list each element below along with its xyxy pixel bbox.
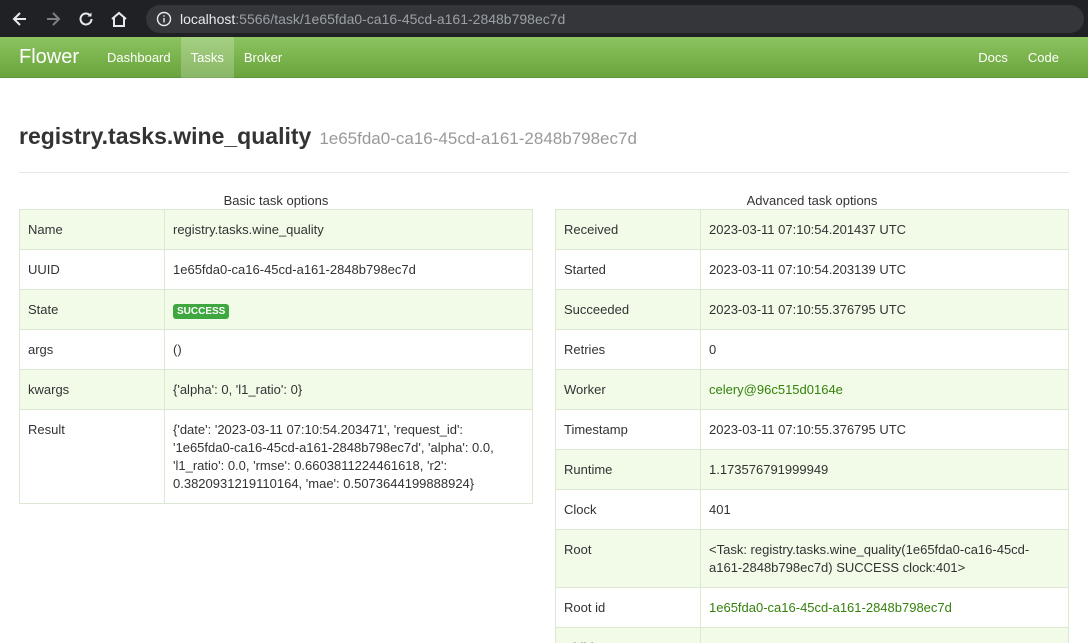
nav-code[interactable]: Code bbox=[1018, 37, 1069, 78]
basic-options-table: Name registry.tasks.wine_quality UUID 1e… bbox=[19, 209, 533, 504]
task-name-heading: registry.tasks.wine_quality bbox=[19, 123, 312, 149]
row-value: registry.tasks.wine_quality bbox=[164, 209, 533, 250]
forward-arrow-icon[interactable] bbox=[41, 7, 65, 31]
row-value: SUCCESS bbox=[164, 289, 533, 330]
brand-logo[interactable]: Flower bbox=[0, 37, 97, 78]
row-key: Succeeded bbox=[555, 289, 701, 330]
table-row: Clock 401 bbox=[555, 489, 1069, 530]
table-row: kwargs {'alpha': 0, 'l1_ratio': 0} bbox=[19, 369, 533, 410]
row-key: Clock bbox=[555, 489, 701, 530]
row-key: Root bbox=[555, 529, 701, 588]
nav-dashboard[interactable]: Dashboard bbox=[97, 37, 181, 78]
table-row: Succeeded 2023-03-11 07:10:55.376795 UTC bbox=[555, 289, 1069, 330]
advanced-options-panel: Advanced task options Received 2023-03-1… bbox=[555, 192, 1069, 643]
navbar: Flower Dashboard Tasks Broker Docs Code bbox=[0, 36, 1088, 78]
row-key: Worker bbox=[555, 369, 701, 410]
row-key: Received bbox=[555, 209, 701, 250]
nav-docs[interactable]: Docs bbox=[968, 37, 1018, 78]
address-bar[interactable]: localhost:5566/task/1e65fda0-ca16-45cd-a… bbox=[146, 4, 1084, 33]
url-host: localhost bbox=[180, 10, 236, 27]
basic-options-caption: Basic task options bbox=[223, 193, 329, 208]
worker-link[interactable]: celery@96c515d0164e bbox=[709, 382, 843, 397]
status-badge: SUCCESS bbox=[173, 304, 230, 319]
advanced-options-table: Received 2023-03-11 07:10:54.201437 UTC … bbox=[555, 209, 1069, 643]
table-row: Root id 1e65fda0-ca16-45cd-a161-2848b798… bbox=[555, 587, 1069, 628]
row-value: 1e65fda0-ca16-45cd-a161-2848b798ec7d bbox=[164, 249, 533, 290]
table-row: UUID 1e65fda0-ca16-45cd-a161-2848b798ec7… bbox=[19, 249, 533, 290]
home-icon[interactable] bbox=[107, 7, 131, 31]
row-value: celery@96c515d0164e bbox=[700, 369, 1069, 410]
row-value: 0 bbox=[700, 329, 1069, 370]
row-value: 2023-03-11 07:10:54.201437 UTC bbox=[700, 209, 1069, 250]
nav-tasks[interactable]: Tasks bbox=[180, 36, 234, 78]
advanced-options-caption: Advanced task options bbox=[746, 193, 878, 208]
row-key: Runtime bbox=[555, 449, 701, 490]
row-value: 401 bbox=[700, 489, 1069, 530]
table-row: Result {'date': '2023-03-11 07:10:54.203… bbox=[19, 409, 533, 504]
reload-icon[interactable] bbox=[74, 7, 98, 31]
row-key: Result bbox=[19, 409, 165, 504]
back-arrow-icon[interactable] bbox=[8, 7, 32, 31]
table-row: Children bbox=[555, 627, 1069, 643]
info-icon[interactable] bbox=[156, 11, 172, 27]
browser-toolbar: localhost:5566/task/1e65fda0-ca16-45cd-a… bbox=[0, 0, 1088, 37]
row-key: args bbox=[19, 329, 165, 370]
table-row: Runtime 1.173576791999949 bbox=[555, 449, 1069, 490]
row-key: Name bbox=[19, 209, 165, 250]
row-value bbox=[700, 627, 1069, 643]
row-key: Children bbox=[555, 627, 701, 643]
row-value: () bbox=[164, 329, 533, 370]
row-value: 2023-03-11 07:10:55.376795 UTC bbox=[700, 409, 1069, 450]
row-value: 1.173576791999949 bbox=[700, 449, 1069, 490]
row-key: State bbox=[19, 289, 165, 330]
table-row: Received 2023-03-11 07:10:54.201437 UTC bbox=[555, 209, 1069, 250]
page-content: registry.tasks.wine_quality 1e65fda0-ca1… bbox=[0, 78, 1088, 643]
address-url: localhost:5566/task/1e65fda0-ca16-45cd-a… bbox=[180, 11, 565, 27]
row-key: Root id bbox=[555, 587, 701, 628]
basic-options-panel: Basic task options Name registry.tasks.w… bbox=[19, 192, 533, 643]
task-uuid-subheading: 1e65fda0-ca16-45cd-a161-2848b798ec7d bbox=[319, 129, 637, 148]
table-row: Retries 0 bbox=[555, 329, 1069, 370]
nav-broker[interactable]: Broker bbox=[234, 37, 292, 78]
table-row: Worker celery@96c515d0164e bbox=[555, 369, 1069, 410]
url-path: :5566/task/1e65fda0-ca16-45cd-a161-2848b… bbox=[235, 10, 566, 27]
row-key: Retries bbox=[555, 329, 701, 370]
row-value: <Task: registry.tasks.wine_quality(1e65f… bbox=[700, 529, 1069, 588]
row-value: 2023-03-11 07:10:55.376795 UTC bbox=[700, 289, 1069, 330]
row-key: kwargs bbox=[19, 369, 165, 410]
table-row: Started 2023-03-11 07:10:54.203139 UTC bbox=[555, 249, 1069, 290]
root-id-link[interactable]: 1e65fda0-ca16-45cd-a161-2848b798ec7d bbox=[709, 600, 952, 615]
table-row: args () bbox=[19, 329, 533, 370]
table-row: Name registry.tasks.wine_quality bbox=[19, 209, 533, 250]
row-value: 2023-03-11 07:10:54.203139 UTC bbox=[700, 249, 1069, 290]
row-key: Started bbox=[555, 249, 701, 290]
table-row: State SUCCESS bbox=[19, 289, 533, 330]
table-row: Root <Task: registry.tasks.wine_quality(… bbox=[555, 529, 1069, 588]
row-key: UUID bbox=[19, 249, 165, 290]
page-title: registry.tasks.wine_quality 1e65fda0-ca1… bbox=[19, 78, 1069, 173]
row-value: {'date': '2023-03-11 07:10:54.203471', '… bbox=[164, 409, 533, 504]
row-key: Timestamp bbox=[555, 409, 701, 450]
row-value: {'alpha': 0, 'l1_ratio': 0} bbox=[164, 369, 533, 410]
table-row: Timestamp 2023-03-11 07:10:55.376795 UTC bbox=[555, 409, 1069, 450]
row-value: 1e65fda0-ca16-45cd-a161-2848b798ec7d bbox=[700, 587, 1069, 628]
